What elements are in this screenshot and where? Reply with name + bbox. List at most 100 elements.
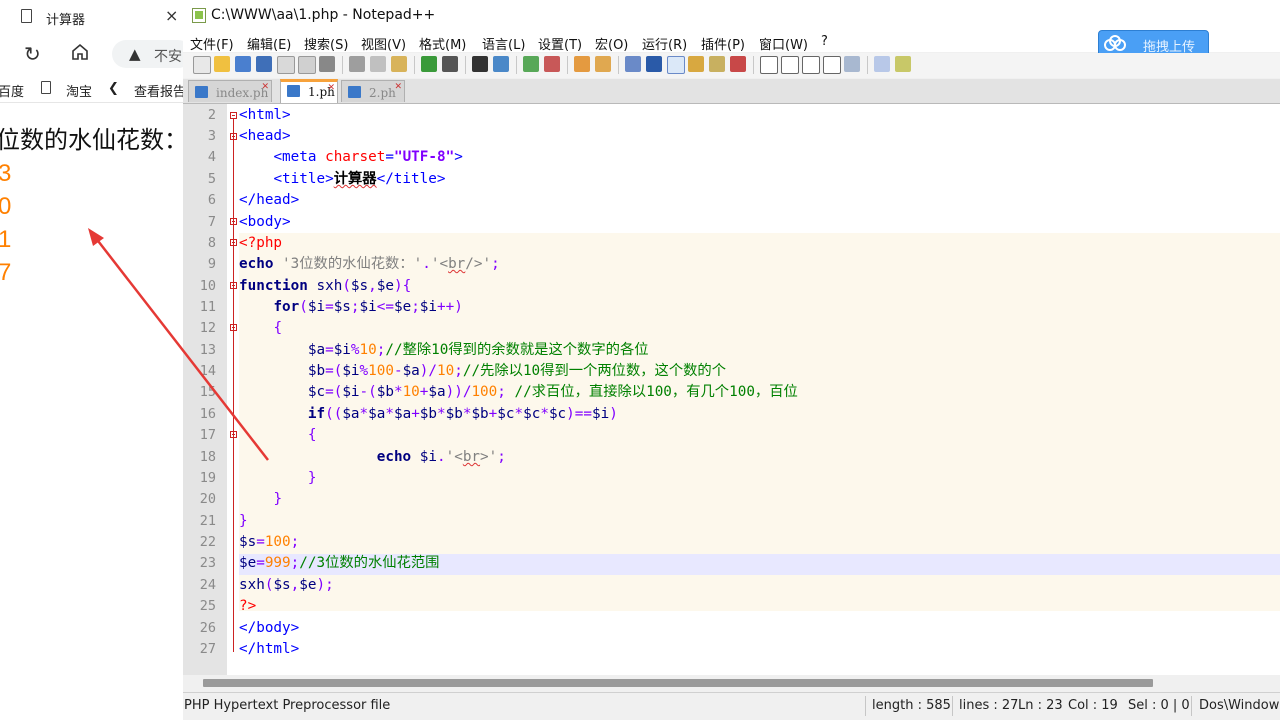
- line-number: 25: [199, 598, 216, 614]
- code-editor[interactable]: 2 3 4 5 6 7 8 9 10 11 12 13 14 15 16 17 …: [183, 104, 1280, 675]
- word-wrap-icon[interactable]: [625, 56, 641, 72]
- spell-check-icon[interactable]: [874, 56, 890, 72]
- menu-macro[interactable]: 宏(O): [595, 34, 628, 53]
- print-icon[interactable]: [319, 56, 335, 72]
- menu-window[interactable]: 窗口(W): [759, 34, 808, 53]
- zoom-in-icon[interactable]: [523, 56, 539, 72]
- menu-file[interactable]: 文件(F): [190, 34, 234, 53]
- page-icon: [21, 9, 32, 23]
- status-separator: [952, 696, 953, 716]
- horizontal-scrollbar[interactable]: [183, 675, 1280, 692]
- record-macro-icon[interactable]: [760, 56, 778, 74]
- menu-format[interactable]: 格式(M): [419, 34, 466, 53]
- reload-icon[interactable]: ↻: [24, 42, 41, 66]
- line-number: 20: [199, 491, 216, 507]
- close-icon[interactable]: ✕: [261, 82, 269, 92]
- zoom-out-icon[interactable]: [544, 56, 560, 72]
- play-macro-icon[interactable]: [802, 56, 820, 74]
- menu-view[interactable]: 视图(V): [361, 34, 406, 53]
- line-number: 18: [199, 449, 216, 465]
- code-line: function sxh($s,$e){: [239, 278, 412, 294]
- plugin-icon[interactable]: [895, 56, 911, 72]
- toolbar-separator: [342, 56, 343, 74]
- tab-1-php[interactable]: 1.ph ✕: [280, 79, 338, 103]
- open-file-icon[interactable]: [214, 56, 230, 72]
- line-number: 22: [199, 534, 216, 550]
- new-file-icon[interactable]: [193, 56, 211, 74]
- close-file-icon[interactable]: [277, 56, 295, 74]
- fold-guide: [233, 119, 234, 652]
- bookmark-report[interactable]: 查看报告: [134, 81, 183, 100]
- status-column: Col : 19: [1068, 698, 1118, 713]
- paste-icon[interactable]: [391, 56, 407, 72]
- scrollbar-thumb[interactable]: [203, 679, 1153, 687]
- notepad-plus-plus-window: C:\WWW\aa\1.php - Notepad++ 文件(F) 编辑(E) …: [183, 0, 1280, 720]
- browser-tab[interactable]: 计算器 ×: [0, 0, 183, 34]
- bookmark-baidu[interactable]: 百度: [0, 81, 24, 100]
- run-macro-multiple-icon[interactable]: [823, 56, 841, 74]
- toolbar-separator: [867, 56, 868, 74]
- menu-plugins[interactable]: 插件(P): [701, 34, 745, 53]
- line-number: 14: [199, 363, 216, 379]
- save-all-icon[interactable]: [256, 56, 272, 72]
- udl-icon[interactable]: [688, 56, 704, 72]
- menu-edit[interactable]: 编辑(E): [247, 34, 291, 53]
- tab-label: 2.ph: [369, 86, 396, 100]
- tab-index-php[interactable]: index.ph ✕: [188, 80, 272, 102]
- status-file-type: PHP Hypertext Preprocessor file: [184, 698, 391, 713]
- bookmark-page-icon: [41, 81, 51, 94]
- tab-2-php[interactable]: 2.ph ✕: [341, 80, 405, 102]
- close-icon[interactable]: ✕: [394, 82, 402, 92]
- save-icon[interactable]: [235, 56, 251, 72]
- code-line: <meta charset="UTF-8">: [273, 149, 463, 165]
- sync-vertical-icon[interactable]: [574, 56, 590, 72]
- status-lines: lines : 27: [959, 698, 1019, 713]
- menu-help[interactable]: ?: [821, 34, 828, 49]
- find-icon[interactable]: [472, 56, 488, 72]
- close-tab-icon[interactable]: ×: [165, 6, 178, 25]
- leaf-icon: ❮: [108, 81, 119, 96]
- code-line: $a=$i%10;//整除10得到的余数就是这个数字的各位: [307, 342, 649, 358]
- close-icon[interactable]: ✕: [327, 83, 335, 93]
- line-number: 6: [207, 192, 216, 208]
- stop-macro-icon[interactable]: [781, 56, 799, 74]
- doc-map-icon[interactable]: [709, 56, 725, 72]
- output-result: 3: [0, 160, 12, 187]
- save-macro-icon[interactable]: [844, 56, 860, 72]
- menu-language[interactable]: 语言(L): [482, 34, 525, 53]
- cut-icon[interactable]: [349, 56, 365, 72]
- copy-icon[interactable]: [370, 56, 386, 72]
- menu-search[interactable]: 搜索(S): [304, 34, 348, 53]
- function-list-icon[interactable]: [730, 56, 746, 72]
- line-number: 5: [207, 171, 216, 187]
- menu-run[interactable]: 运行(R): [642, 34, 687, 53]
- indent-guide-icon[interactable]: [667, 56, 685, 74]
- browser-window: 计算器 × ↻ ▲ 不安 百度 淘宝 ❮ 查看报告 位数的水仙花数： 3 0 1…: [0, 0, 183, 720]
- code-line: $s=100;: [239, 534, 300, 550]
- close-all-icon[interactable]: [298, 56, 316, 74]
- menu-settings[interactable]: 设置(T): [538, 34, 582, 53]
- redo-icon[interactable]: [442, 56, 458, 72]
- fold-marker-icon[interactable]: [230, 112, 237, 119]
- code-area[interactable]: <html> <head> <meta charset="UTF-8"> <ti…: [239, 104, 1280, 675]
- notepad-app-icon: [192, 8, 206, 23]
- show-all-chars-icon[interactable]: [646, 56, 662, 72]
- line-number: 11: [199, 299, 216, 315]
- save-icon: [195, 86, 208, 98]
- home-icon[interactable]: [70, 42, 90, 62]
- code-line: </html>: [239, 641, 300, 657]
- bookmark-taobao[interactable]: 淘宝: [66, 81, 92, 100]
- replace-icon[interactable]: [493, 56, 509, 72]
- line-number: 21: [199, 513, 216, 529]
- undo-icon[interactable]: [421, 56, 437, 72]
- status-bar: PHP Hypertext Preprocessor file length :…: [183, 692, 1280, 720]
- code-line: ?>: [239, 598, 257, 614]
- status-separator: [1191, 696, 1192, 716]
- browser-tab-bar: 计算器 ×: [0, 0, 183, 34]
- status-line-number: Ln : 23: [1018, 698, 1063, 713]
- warning-icon[interactable]: ▲: [129, 45, 141, 63]
- line-number: 24: [199, 577, 216, 593]
- line-number: 16: [199, 406, 216, 422]
- bookmarks-bar: 百度 淘宝 ❮ 查看报告: [0, 76, 183, 103]
- sync-horizontal-icon[interactable]: [595, 56, 611, 72]
